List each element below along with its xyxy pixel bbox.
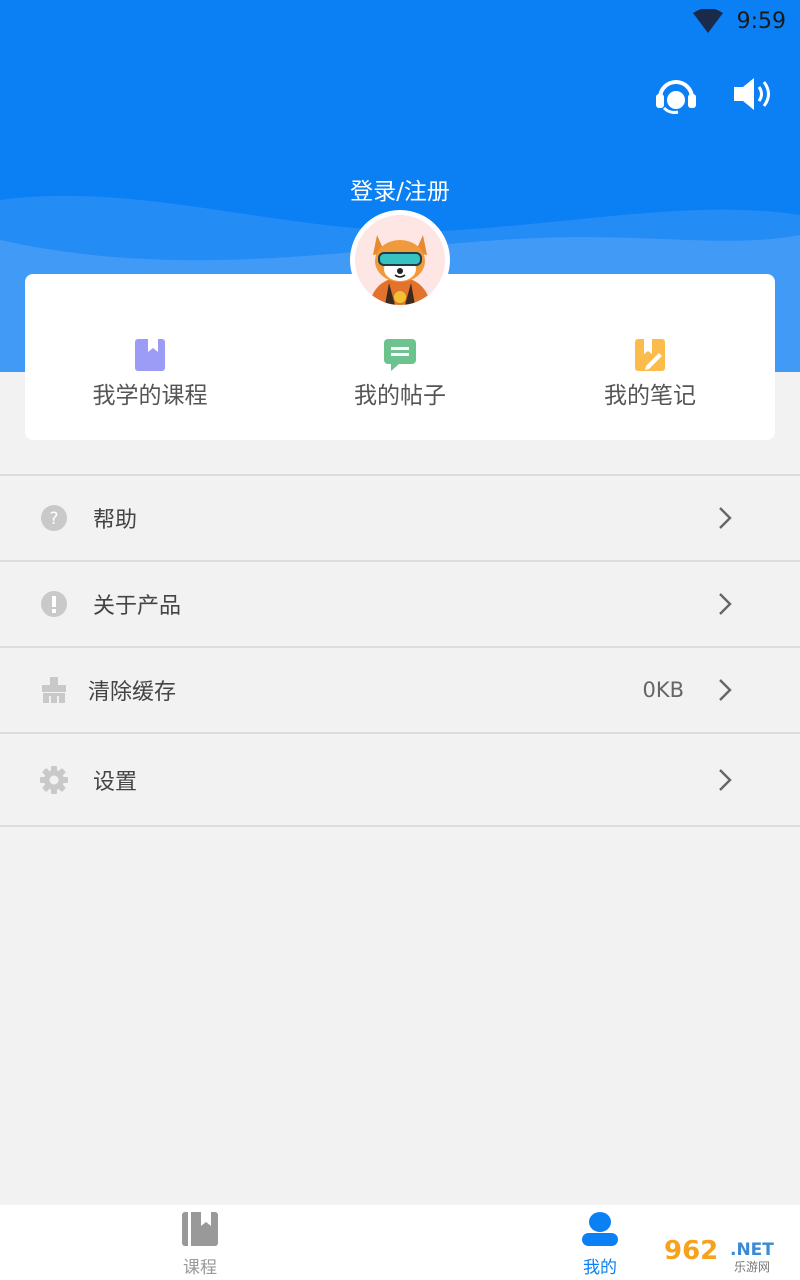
tab-mine-label: 我的 bbox=[583, 1258, 617, 1278]
menu-label-clear-cache: 清除缓存 bbox=[88, 680, 177, 705]
tab-courses[interactable]: 课程 bbox=[160, 1211, 240, 1278]
my-posts-button[interactable]: 我的帖子 bbox=[275, 338, 525, 410]
chevron-right-icon bbox=[719, 593, 732, 615]
menu-label-about: 关于产品 bbox=[93, 594, 182, 619]
person-icon bbox=[582, 1212, 618, 1246]
headset-icon[interactable] bbox=[654, 72, 698, 116]
svg-text:乐游网: 乐游网 bbox=[734, 1260, 770, 1274]
menu-row-clear-cache[interactable]: 清除缓存 0KB bbox=[0, 648, 800, 734]
my-courses-label: 我学的课程 bbox=[92, 383, 208, 409]
my-notes-label: 我的笔记 bbox=[604, 383, 696, 409]
status-bar: 9:59 bbox=[692, 6, 786, 36]
avatar[interactable] bbox=[350, 210, 450, 310]
my-notes-button[interactable]: 我的笔记 bbox=[525, 338, 775, 410]
book-icon bbox=[182, 1212, 218, 1246]
info-icon bbox=[40, 590, 68, 618]
header-actions bbox=[654, 72, 776, 116]
svg-text:.NET: .NET bbox=[730, 1240, 774, 1260]
menu-row-help[interactable]: ? 帮助 bbox=[0, 476, 800, 562]
my-courses-button[interactable]: 我学的课程 bbox=[25, 338, 275, 410]
chevron-right-icon bbox=[719, 679, 732, 701]
menu-row-settings[interactable]: 设置 bbox=[0, 734, 800, 827]
cache-size-value: 0KB bbox=[642, 678, 684, 702]
shiba-avatar-icon bbox=[355, 215, 445, 305]
svg-text:?: ? bbox=[49, 509, 58, 529]
course-book-icon bbox=[135, 339, 165, 371]
tab-courses-label: 课程 bbox=[183, 1258, 217, 1278]
settings-list: ? 帮助 关于产品 清除缓存 0KB 设置 bbox=[0, 474, 800, 827]
speaker-icon[interactable] bbox=[732, 72, 776, 116]
menu-row-about[interactable]: 关于产品 bbox=[0, 562, 800, 648]
broom-icon bbox=[40, 676, 68, 704]
status-time: 9:59 bbox=[736, 8, 786, 34]
login-register-link[interactable]: 登录/注册 bbox=[0, 172, 800, 206]
site-watermark-logo: 962 .NET 乐游网 bbox=[658, 1233, 794, 1275]
svg-text:962: 962 bbox=[664, 1236, 718, 1266]
chevron-right-icon bbox=[719, 768, 732, 791]
wifi-icon bbox=[692, 9, 723, 33]
note-pen-icon bbox=[635, 339, 665, 371]
chevron-right-icon bbox=[719, 507, 732, 529]
help-icon: ? bbox=[40, 504, 68, 532]
menu-label-help: 帮助 bbox=[93, 508, 138, 533]
tab-mine[interactable]: 我的 bbox=[560, 1211, 640, 1278]
my-posts-label: 我的帖子 bbox=[354, 383, 446, 409]
gear-icon bbox=[40, 765, 68, 794]
bottom-nav: 课程 我的 962 .NET 乐游网 bbox=[0, 1205, 800, 1280]
menu-label-settings: 设置 bbox=[93, 769, 138, 795]
post-chat-icon bbox=[384, 339, 416, 371]
